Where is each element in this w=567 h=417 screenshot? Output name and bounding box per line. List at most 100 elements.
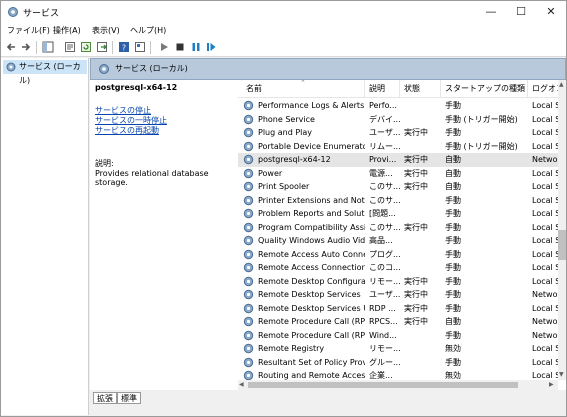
vertical-scroll-thumb[interactable]: [558, 230, 566, 260]
service-status-cell: 実行中: [404, 276, 428, 286]
show-hide-tree-icon[interactable]: [42, 41, 54, 53]
forward-arrow-icon[interactable]: [20, 41, 32, 53]
export-list-icon[interactable]: [96, 41, 108, 53]
service-gear-icon: [243, 289, 254, 300]
service-description-cell: 企業...: [369, 371, 393, 380]
table-row[interactable]: Performance Logs & Alerts Perfo... 手動 Local…: [238, 99, 560, 113]
column-label: 名前: [246, 84, 262, 93]
scroll-right-arrow-icon[interactable]: ▶: [549, 381, 554, 389]
service-startup-cell: 手動 (トリガー開始): [445, 141, 518, 151]
menu-help[interactable]: ヘルプ(H): [130, 25, 166, 36]
service-name-cell: Quality Windows Audio Vid...: [258, 236, 365, 245]
service-name-cell: Problem Reports and Soluti...: [258, 209, 365, 218]
close-button[interactable]: ✕: [536, 1, 566, 23]
table-row[interactable]: Program Compatibility Assis... このサ... 実行中 手…: [238, 221, 560, 235]
table-row[interactable]: Remote Procedure Call (RPC...Wind...手動Ne…: [238, 329, 561, 343]
column-header-status[interactable]: 状態: [400, 80, 441, 98]
back-arrow-icon[interactable]: [5, 41, 17, 53]
service-description-cell: リモー...: [369, 276, 400, 286]
horizontal-scroll-thumb[interactable]: [248, 382, 518, 388]
scroll-up-arrow-icon[interactable]: ▲: [559, 81, 564, 89]
restart-service-link[interactable]: サービスの再起動: [95, 125, 159, 136]
service-status-cell: [404, 369, 441, 380]
window-title: サービス: [23, 9, 60, 19]
stop-service-icon[interactable]: [174, 41, 186, 53]
properties-view-icon[interactable]: [134, 41, 146, 53]
service-name-cell: Portable Device Enumerator...: [258, 141, 365, 151]
table-row[interactable]: Phone Service デバイ... 手動 (トリガー開始) Local S: [238, 113, 560, 127]
tree-item-services-local[interactable]: サービス (ローカル): [3, 60, 87, 85]
service-description-cell: このコ...: [369, 263, 400, 272]
table-row[interactable]: Remote Access Connection ... このコ... 手動 Loca…: [238, 261, 560, 275]
table-row[interactable]: Quality Windows Audio Vid... 高品... 手動 Local…: [238, 234, 560, 248]
table-row[interactable]: Plug and Play ユーザ... 実行中 手動 Local S: [238, 126, 560, 140]
service-gear-icon: [243, 235, 254, 246]
start-service-icon[interactable]: [158, 41, 170, 53]
tab-extended[interactable]: 拡張: [93, 392, 117, 404]
table-row[interactable]: Remote Access Auto Conne... プログ... 手動 Local…: [238, 248, 560, 262]
service-status-cell: [404, 261, 441, 275]
svg-text:?: ?: [122, 44, 126, 53]
toolbar-separator: [150, 41, 151, 54]
menu-file[interactable]: ファイル(F): [7, 25, 50, 36]
table-row[interactable]: Print Spooler このサ... 実行中 自動 Local S: [238, 180, 560, 194]
menu-view[interactable]: 表示(V): [92, 25, 120, 36]
help-icon[interactable]: ?: [118, 41, 130, 53]
tab-standard[interactable]: 標準: [117, 392, 141, 404]
service-status-cell: [404, 248, 441, 262]
service-status-cell: 実行中: [404, 128, 428, 137]
restart-service-icon[interactable]: [205, 41, 217, 53]
table-row[interactable]: Routing and Remote Access 企業... 無効 Local S: [238, 369, 560, 380]
table-row[interactable]: Remote Desktop Configurat... リモー... 実行中 手動 L…: [238, 275, 560, 289]
scroll-down-arrow-icon[interactable]: ▼: [559, 371, 564, 379]
service-gear-icon: [243, 127, 254, 138]
service-name-cell: Remote Procedure Call (RPC...: [258, 330, 365, 340]
column-header-description[interactable]: 説明: [365, 80, 400, 98]
service-gear-icon: [243, 330, 254, 340]
pause-service-icon[interactable]: [190, 41, 202, 53]
extended-details-panel: postgresql-x64-12 サービスの停止 サービスの一時停止 サービス…: [90, 80, 236, 390]
service-startup-cell: 手動: [445, 276, 461, 286]
minimize-button[interactable]: —: [476, 1, 506, 23]
service-gear-icon: [243, 343, 254, 354]
service-gear-icon: [243, 303, 254, 313]
service-status-cell: [404, 207, 441, 221]
column-header-startup-type[interactable]: スタートアップの種類: [441, 80, 528, 98]
table-row[interactable]: Power 電源... 実行中 自動 Local S: [238, 167, 560, 181]
scroll-left-arrow-icon[interactable]: ◀: [239, 381, 244, 389]
table-row[interactable]: Remote Procedure Call (RPC) RPCS... 実行中 自動 N…: [238, 315, 561, 329]
service-status-cell: 実行中: [404, 222, 428, 232]
service-status-cell: [404, 234, 441, 248]
refresh-icon[interactable]: [80, 41, 92, 53]
table-row[interactable]: Remote Desktop Services Us... RDP ... 実行中 手…: [238, 302, 560, 316]
menu-action[interactable]: 操作(A): [53, 25, 81, 36]
table-row[interactable]: Problem Reports and Soluti... [問題... 手動 Loc…: [238, 207, 560, 221]
service-startup-cell: 手動: [445, 249, 461, 259]
horizontal-scrollbar[interactable]: ◀ ▶: [238, 380, 558, 390]
table-row[interactable]: Remote Registry リモー... 無効 Local S: [238, 342, 560, 356]
title-bar: サービス — ☐ ✕: [1, 1, 566, 23]
service-name-cell: Routing and Remote Access: [258, 371, 365, 380]
table-row[interactable]: postgresql-x64-12 Provi... 実行中 自動 Networ: [238, 153, 561, 167]
service-startup-cell: 手動: [445, 357, 461, 367]
services-pane: サービス (ローカル) postgresql-x64-12 サービスの停止 サー…: [90, 58, 566, 415]
description-label: 説明:: [95, 159, 114, 168]
service-gear-icon: [243, 168, 254, 178]
service-description-cell: リモー...: [369, 344, 400, 353]
vertical-scrollbar[interactable]: ▲ ▼: [558, 80, 566, 380]
service-startup-cell: 自動: [445, 168, 461, 178]
table-row[interactable]: Resultant Set of Policy Provi... グルー... 手動…: [238, 356, 560, 370]
table-row[interactable]: Remote Desktop Services ユーザ... 実行中 手動 Networ: [238, 288, 561, 302]
service-name-cell: Plug and Play: [258, 128, 313, 137]
service-startup-cell: 手動: [445, 330, 461, 340]
maximize-button[interactable]: ☐: [506, 1, 536, 23]
table-row[interactable]: Portable Device Enumerator... リムー... 手動 (ト…: [238, 140, 560, 154]
column-label: 説明: [369, 84, 385, 93]
service-gear-icon: [243, 195, 254, 205]
service-name-cell: postgresql-x64-12: [258, 155, 331, 164]
service-gear-icon: [243, 262, 254, 273]
service-gear-icon: [243, 249, 254, 259]
service-status-cell: [404, 194, 441, 208]
table-row[interactable]: Printer Extensions and Notif... このサ... 手動 L…: [238, 194, 560, 208]
properties-icon[interactable]: [64, 41, 76, 53]
